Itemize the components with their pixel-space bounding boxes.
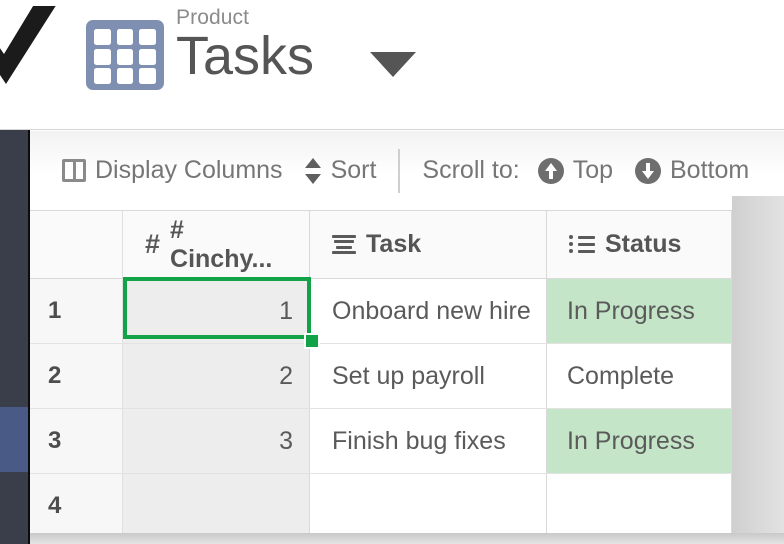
scroll-to-label: Scroll to: bbox=[422, 156, 520, 184]
column-header-status-label: Status bbox=[605, 230, 682, 258]
cell-status[interactable]: In Progress bbox=[547, 279, 732, 343]
cell-id[interactable]: 1 bbox=[123, 279, 310, 343]
app-header: Product Tasks bbox=[0, 0, 784, 130]
row-number: 2 bbox=[30, 344, 123, 408]
circle-arrow-down-icon bbox=[635, 157, 661, 184]
column-header-status[interactable]: Status bbox=[547, 211, 732, 278]
table-row[interactable]: 1 1 Onboard new hire In Progress bbox=[30, 279, 732, 344]
sort-button[interactable]: Sort bbox=[304, 156, 377, 185]
row-number: 1 bbox=[30, 279, 123, 343]
cell-id[interactable] bbox=[123, 474, 310, 538]
caret-down-icon[interactable] bbox=[370, 52, 416, 77]
circle-arrow-up-icon bbox=[537, 157, 564, 184]
display-columns-button[interactable]: Display Columns bbox=[62, 156, 283, 185]
scroll-to-top-button[interactable]: Top bbox=[537, 156, 613, 185]
scroll-to-bottom-button[interactable]: Bottom bbox=[635, 156, 749, 185]
cell-task[interactable]: Finish bug fixes bbox=[310, 409, 547, 473]
row-number-header bbox=[30, 211, 123, 278]
scroll-top-label: Top bbox=[572, 156, 613, 184]
row-number: 4 bbox=[30, 474, 123, 538]
cell-id[interactable]: 3 bbox=[123, 409, 310, 473]
row-number: 3 bbox=[30, 409, 123, 473]
horizontal-scroll-area[interactable] bbox=[30, 533, 784, 544]
grid-table-icon bbox=[86, 20, 164, 90]
table-row[interactable]: 4 bbox=[30, 474, 732, 539]
column-header-task-label: Task bbox=[366, 230, 422, 258]
column-header-id[interactable]: # # Cinchy... bbox=[123, 211, 310, 278]
grid-header-row: # # Cinchy... Task Status bbox=[30, 210, 732, 279]
cell-status[interactable]: Complete bbox=[547, 344, 732, 408]
bullet-list-icon bbox=[569, 234, 595, 255]
column-header-task[interactable]: Task bbox=[310, 211, 547, 278]
table-row[interactable]: 2 2 Set up payroll Complete bbox=[30, 344, 732, 409]
cell-status[interactable]: In Progress bbox=[547, 409, 732, 473]
cell-id[interactable]: 2 bbox=[123, 344, 310, 408]
data-grid: # # Cinchy... Task Status 1 1 Onboard ne… bbox=[30, 210, 732, 544]
hash-icon: # bbox=[145, 229, 161, 259]
table-view-screen: Product Tasks Display Columns Sort Scrol… bbox=[0, 0, 784, 544]
sort-updown-icon bbox=[304, 157, 322, 184]
scroll-bottom-label: Bottom bbox=[670, 156, 750, 184]
vertical-scroll-area[interactable] bbox=[732, 196, 784, 544]
toolbar-divider bbox=[398, 148, 401, 193]
fill-handle[interactable] bbox=[304, 333, 320, 349]
page-title-group: Product Tasks bbox=[176, 6, 314, 84]
table-row[interactable]: 3 3 Finish bug fixes In Progress bbox=[30, 409, 732, 474]
column-header-id-label: # Cinchy... bbox=[170, 215, 273, 273]
cell-task[interactable]: Onboard new hire bbox=[310, 279, 547, 343]
cell-task[interactable]: Set up payroll bbox=[310, 344, 547, 408]
left-nav-rail[interactable] bbox=[0, 130, 28, 544]
grid-toolbar: Display Columns Sort Scroll to: Top Bott… bbox=[30, 131, 784, 210]
cell-task[interactable] bbox=[310, 474, 547, 538]
cinchy-check-logo[interactable] bbox=[0, 6, 56, 98]
rail-active-indicator[interactable] bbox=[0, 407, 28, 472]
columns-icon bbox=[62, 159, 86, 182]
sort-label: Sort bbox=[330, 156, 377, 184]
display-columns-label: Display Columns bbox=[95, 156, 283, 184]
text-lines-icon bbox=[332, 235, 356, 254]
page-title: Tasks bbox=[176, 26, 315, 86]
cell-status[interactable] bbox=[547, 474, 732, 538]
